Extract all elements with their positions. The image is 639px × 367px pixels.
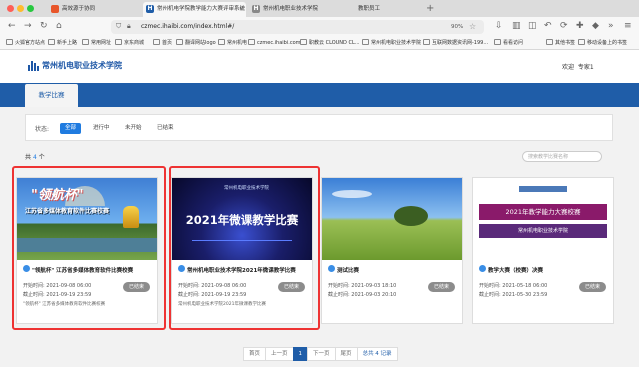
extension-icon[interactable]: ◆ [592, 21, 599, 32]
bookmark-star-icon[interactable]: ☆ [469, 21, 476, 33]
bookmark-item[interactable]: 常州机电 [218, 37, 247, 49]
sidebar-icon[interactable]: ◫ [528, 21, 537, 32]
new-tab-button[interactable]: + [426, 2, 434, 15]
card-thumbnail [322, 178, 462, 260]
bookmark-item[interactable]: 常用网址 [82, 37, 111, 49]
bookmark-item[interactable]: 翻译网站logo [176, 37, 216, 49]
result-count: 共 4 个 [25, 154, 45, 161]
page-prev[interactable]: 上一页 [265, 347, 294, 361]
banner-title: 2021年教学能力大赛校赛 [479, 204, 607, 220]
bookmark-item[interactable]: 京东商城 [115, 37, 144, 49]
shield-icon: ⛉ [116, 22, 122, 30]
banner-subtitle: 常州机电职业技术学院 [479, 224, 607, 238]
status-filter: 状态: 全部 进行中 未开始 已结束 [25, 114, 613, 141]
close-window-icon[interactable] [7, 5, 14, 12]
bookmark-item[interactable]: 互联网数据资讯网-199... [423, 37, 488, 49]
tab-teaching-competition[interactable]: 教学比赛 [25, 84, 78, 107]
reload-icon[interactable]: ↻ [40, 21, 48, 32]
bookmark-folder[interactable]: 移动设备上的书签 [578, 37, 627, 49]
tab-favicon-icon: H [252, 5, 260, 13]
address-bar[interactable]: ⛉ 🔒︎ czmec.ihaibi.com/index.html#/ 90% ☆ [111, 20, 484, 34]
bookmark-item[interactable]: 看看访问 [494, 37, 523, 49]
card-start-time: 开始时间: 2021-09-03 18:10 [328, 283, 397, 289]
bookmark-item[interactable]: 常州机电职业技术学院 [362, 37, 421, 49]
bookmark-item[interactable]: 职教云 CLOUND CL... [300, 37, 360, 49]
undo-icon[interactable]: ↶ [544, 21, 552, 32]
browser-nav-bar: ← → ↻ ⌂ ⛉ 🔒︎ czmec.ihaibi.com/index.html… [0, 17, 639, 37]
pagination: 首页 上一页 1 下一页 尾页 总共 4 记录 [243, 347, 398, 361]
competition-icon [479, 265, 486, 272]
tab-favicon-icon: H [146, 5, 154, 13]
card-thumbnail: 2021年教学能力大赛校赛 常州机电职业技术学院 [473, 178, 613, 260]
extension-icon[interactable]: ✚ [576, 21, 584, 32]
bookmarks-bar: 火狐官方站点 新手上路 常用网址 京东商城 首页 翻译网站logo 常州机电 c… [0, 37, 639, 50]
home-icon[interactable]: ⌂ [56, 21, 62, 32]
bookmark-item[interactable]: 首页 [153, 37, 172, 49]
card-end-time: 截止时间: 2021-09-03 20:10 [328, 292, 397, 298]
download-icon[interactable]: ⇩ [495, 21, 503, 32]
close-tab-icon[interactable]: ✕ [239, 2, 244, 17]
status-badge: 已结束 [579, 282, 606, 292]
card-end-time: 截止时间: 2021-05-30 23:59 [479, 292, 548, 298]
user-greeting[interactable]: 欢迎 专家1 [562, 62, 594, 71]
filter-ended[interactable]: 已结束 [152, 123, 179, 134]
bookmark-item[interactable]: 火狐官方站点 [6, 37, 45, 49]
filter-all[interactable]: 全部 [60, 123, 82, 134]
zoom-level[interactable]: 90% [451, 22, 463, 32]
menu-icon[interactable]: ≡ [624, 21, 632, 32]
bookmark-folder[interactable]: 其他书签 [546, 37, 575, 49]
browser-tab-2[interactable]: H 常州机电学院教学能力大赛评审系统 ✕ [143, 2, 246, 17]
browser-tab-3[interactable]: H 常州机电职业技术学院 [249, 2, 341, 17]
highlight-frame [12, 166, 166, 330]
card-start-time: 开始时间: 2021-05-18 06:00 [479, 283, 548, 289]
college-logo-icon [519, 186, 567, 192]
page-first[interactable]: 首页 [243, 347, 267, 361]
tab-favicon-icon [51, 5, 59, 13]
highlight-frame [169, 166, 320, 330]
competition-card[interactable]: 测试比赛 开始时间: 2021-09-03 18:10 截止时间: 2021-0… [321, 177, 463, 324]
browser-tab-4[interactable]: 教职员工 [344, 2, 424, 17]
filter-label: 状态: [35, 126, 50, 133]
page-next[interactable]: 下一页 [307, 347, 336, 361]
card-title[interactable]: 测试比赛 [337, 266, 462, 274]
filter-not-started[interactable]: 未开始 [120, 123, 147, 134]
site-logo[interactable]: 常州机电职业技术学院 [28, 60, 122, 71]
competition-icon [328, 265, 335, 272]
bookmark-item[interactable]: czmec.ihaibi.com [248, 37, 301, 49]
maximize-window-icon[interactable] [27, 5, 34, 12]
college-logo-icon [28, 60, 40, 71]
page-total: 总共 4 记录 [356, 347, 398, 361]
more-icon[interactable]: » [608, 21, 614, 32]
forward-arrow-icon[interactable]: → [24, 21, 32, 32]
user-name: 专家1 [577, 64, 594, 71]
minimize-window-icon[interactable] [17, 5, 24, 12]
site-header: 常州机电职业技术学院 欢迎 专家1 [0, 50, 639, 83]
page-current[interactable]: 1 [292, 347, 309, 361]
sync-icon[interactable]: ⟳ [560, 21, 568, 32]
nav-band [0, 83, 639, 107]
back-arrow-icon[interactable]: ← [8, 21, 16, 32]
browser-tab-1[interactable]: 高效源于协同 [48, 2, 140, 17]
url-text: czmec.ihaibi.com/index.html#/ [141, 23, 235, 30]
search-input[interactable]: 搜索教学比赛名称 [522, 151, 602, 162]
page-last[interactable]: 尾页 [334, 347, 358, 361]
competition-card[interactable]: 2021年教学能力大赛校赛 常州机电职业技术学院 教学大赛（校赛）决赛 开始时间… [472, 177, 614, 324]
bookmark-item[interactable]: 新手上路 [48, 37, 77, 49]
lock-icon: 🔒︎ [127, 22, 131, 30]
card-title[interactable]: 教学大赛（校赛）决赛 [488, 266, 613, 274]
filter-in-progress[interactable]: 进行中 [88, 123, 115, 134]
status-badge: 已结束 [428, 282, 455, 292]
library-icon[interactable]: ▥ [512, 21, 521, 32]
browser-tab-bar: 高效源于协同 H 常州机电学院教学能力大赛评审系统 ✕ H 常州机电职业技术学院… [0, 0, 639, 17]
